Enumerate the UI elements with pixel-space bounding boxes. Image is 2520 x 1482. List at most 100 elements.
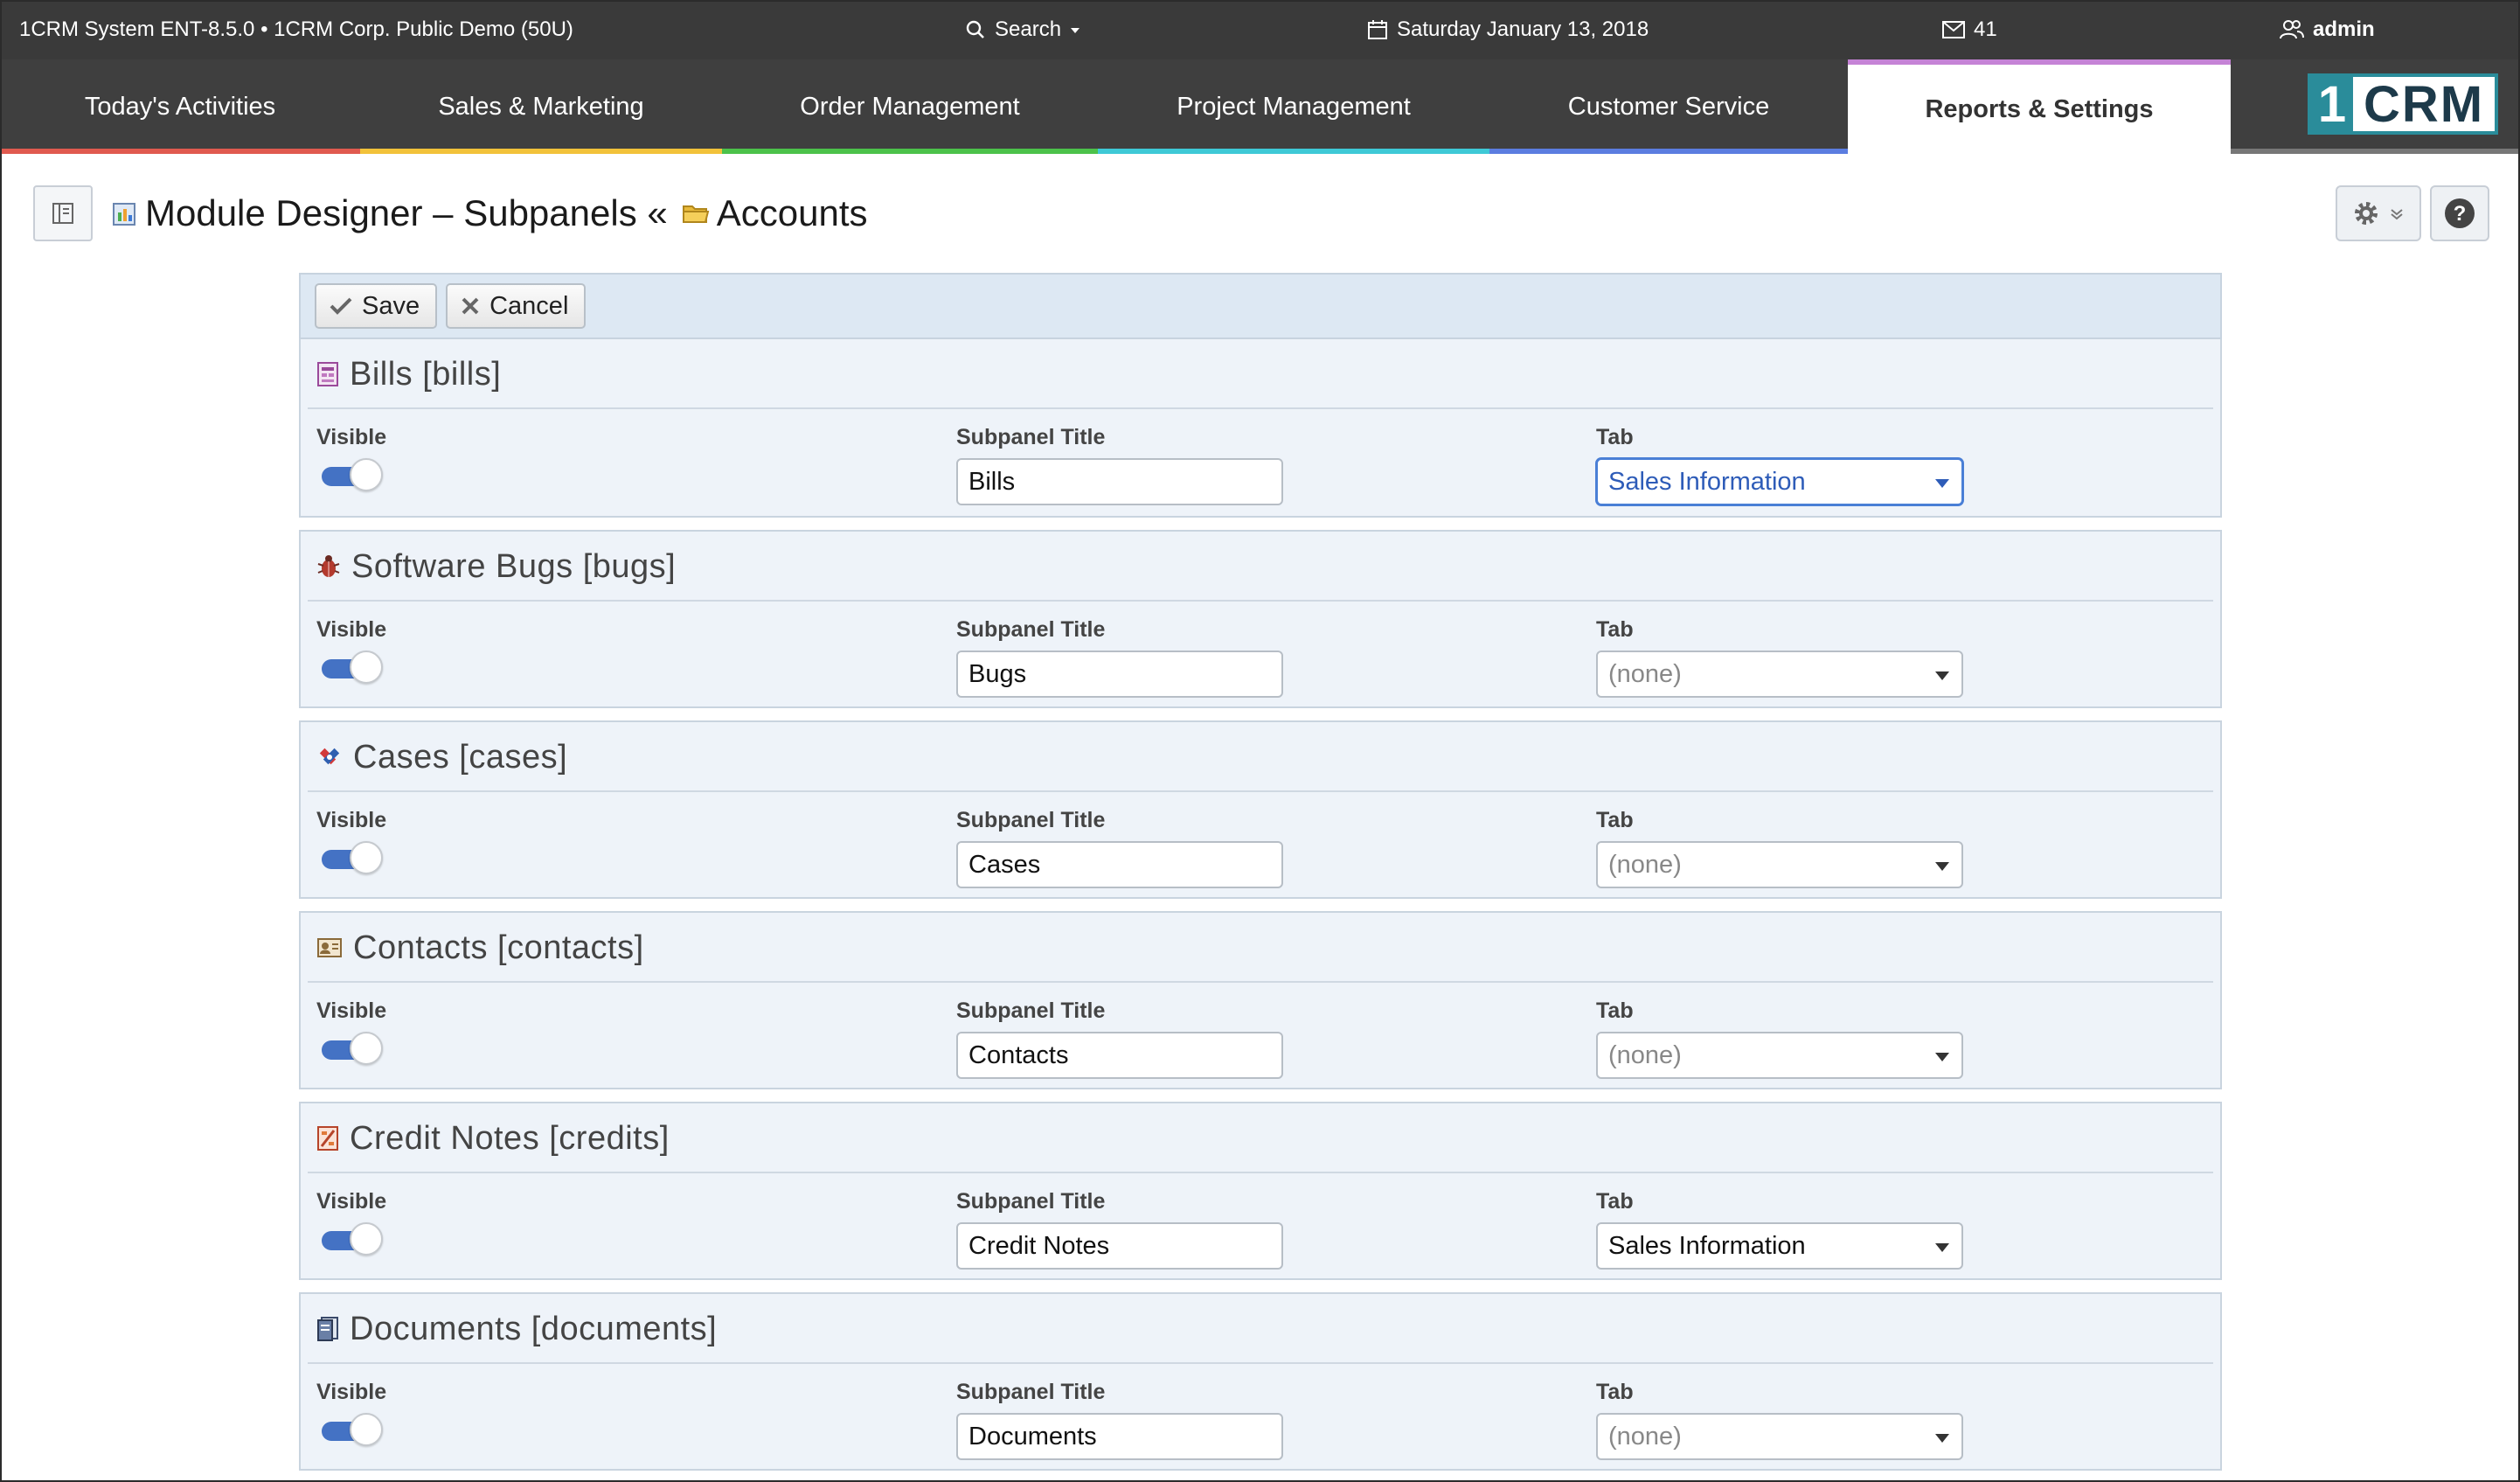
subpanel-title-input[interactable] bbox=[956, 651, 1283, 698]
tab-customer-service[interactable]: Customer Service bbox=[1489, 59, 1848, 154]
nav-underline bbox=[2231, 149, 2520, 154]
subpanel-heading: Software Bugs [bugs] bbox=[301, 532, 2220, 602]
subpanel-contacts: Contacts [contacts] Visible Subpanel Tit… bbox=[299, 911, 2222, 1089]
subpanel-title-label: Subpanel Title bbox=[956, 1380, 1106, 1404]
user-menu[interactable]: admin bbox=[2280, 0, 2375, 59]
subpanel-heading-text: Contacts [contacts] bbox=[353, 929, 644, 966]
tab-select-value: Sales Information bbox=[1608, 467, 1806, 496]
tab-reports-settings[interactable]: Reports & Settings bbox=[1848, 59, 2231, 154]
breadcrumb-module-link[interactable]: Accounts bbox=[717, 192, 868, 234]
date-text: Saturday January 13, 2018 bbox=[1397, 17, 1649, 41]
subpanel-title-input[interactable] bbox=[956, 1222, 1283, 1270]
calendar-icon bbox=[1368, 20, 1387, 39]
system-info: 1CRM System ENT-8.5.0 • 1CRM Corp. Publi… bbox=[19, 0, 573, 59]
visible-toggle[interactable] bbox=[320, 458, 383, 493]
mail-count: 41 bbox=[1974, 17, 1997, 41]
help-icon: ? bbox=[2445, 198, 2475, 228]
visible-label: Visible bbox=[316, 617, 387, 642]
sidebar-icon bbox=[52, 203, 73, 224]
logo-one: 1 bbox=[2311, 76, 2353, 133]
date-display[interactable]: Saturday January 13, 2018 bbox=[1367, 0, 1649, 59]
divider bbox=[308, 1362, 2213, 1364]
tab-select-value: (none) bbox=[1608, 1040, 1682, 1069]
toggle-knob bbox=[350, 1032, 383, 1065]
caret-down-icon bbox=[1935, 862, 1949, 871]
toggle-knob bbox=[350, 1413, 383, 1446]
tab-label: Tab bbox=[1596, 808, 1634, 832]
visible-toggle[interactable] bbox=[320, 1413, 383, 1448]
settings-menu-button[interactable] bbox=[2336, 185, 2421, 241]
subpanel-title-input[interactable] bbox=[956, 458, 1283, 505]
tab-select-value: (none) bbox=[1608, 850, 1682, 879]
divider bbox=[308, 600, 2213, 602]
search-menu[interactable]: Search bbox=[965, 0, 1080, 59]
tab-label: Order Management bbox=[800, 92, 1020, 121]
gear-icon bbox=[2355, 202, 2378, 225]
visible-label: Visible bbox=[316, 1189, 387, 1214]
tab-select[interactable]: (none) bbox=[1596, 1032, 1963, 1079]
subpanel-title-label: Subpanel Title bbox=[956, 1189, 1106, 1214]
tab-label: Sales & Marketing bbox=[438, 92, 644, 121]
subpanel-documents: Documents [documents] Visible Subpanel T… bbox=[299, 1292, 2222, 1471]
tab-project-management[interactable]: Project Management bbox=[1098, 59, 1489, 154]
visible-label: Visible bbox=[316, 998, 387, 1023]
tab-select[interactable]: (none) bbox=[1596, 1413, 1963, 1460]
caret-down-icon bbox=[1935, 1434, 1949, 1443]
tab-sales-marketing[interactable]: Sales & Marketing bbox=[360, 59, 722, 154]
module-designer-icon bbox=[113, 203, 135, 226]
visible-label: Visible bbox=[316, 1380, 387, 1404]
subpanel-heading: Credit Notes [credits] bbox=[301, 1103, 2220, 1173]
tab-select[interactable]: Sales Information bbox=[1596, 458, 1963, 505]
tab-select-value: (none) bbox=[1608, 659, 1682, 688]
subpanel-heading: Documents [documents] bbox=[301, 1294, 2220, 1364]
visible-toggle[interactable] bbox=[320, 651, 383, 685]
subpanel-bills: Bills [bills] Visible Subpanel Title Tab… bbox=[299, 339, 2222, 518]
subpanel-heading-text: Documents [documents] bbox=[350, 1310, 718, 1347]
app-logo[interactable]: 1 CRM bbox=[2308, 73, 2498, 135]
subpanel-title-label: Subpanel Title bbox=[956, 425, 1106, 449]
subpanel-title-input[interactable] bbox=[956, 1032, 1283, 1079]
caret-down-icon bbox=[1935, 1053, 1949, 1061]
tab-label: Tab bbox=[1596, 425, 1634, 449]
search-icon bbox=[966, 20, 984, 38]
documents-icon bbox=[317, 1317, 338, 1341]
subpanel-title-label: Subpanel Title bbox=[956, 617, 1106, 642]
visible-toggle[interactable] bbox=[320, 1222, 383, 1257]
tab-select[interactable]: (none) bbox=[1596, 841, 1963, 888]
help-button[interactable]: ? bbox=[2430, 185, 2489, 241]
tab-todays-activities[interactable]: Today's Activities bbox=[0, 59, 360, 154]
toggle-knob bbox=[350, 1222, 383, 1256]
tab-order-management[interactable]: Order Management bbox=[722, 59, 1098, 154]
tab-select[interactable]: (none) bbox=[1596, 651, 1963, 698]
visible-toggle[interactable] bbox=[320, 841, 383, 876]
tab-label: Today's Activities bbox=[84, 92, 276, 121]
visible-toggle[interactable] bbox=[320, 1032, 383, 1067]
tab-label: Tab bbox=[1596, 998, 1634, 1023]
tab-color-bar bbox=[1098, 149, 1489, 154]
mail-indicator[interactable]: 41 bbox=[1942, 0, 1997, 59]
subpanel-heading-text: Software Bugs [bugs] bbox=[351, 547, 677, 585]
subpanel-title-input[interactable] bbox=[956, 841, 1283, 888]
check-icon bbox=[330, 297, 352, 315]
folder-icon bbox=[682, 205, 710, 223]
tab-select-value: Sales Information bbox=[1608, 1231, 1806, 1260]
subpanel-heading-text: Credit Notes [credits] bbox=[350, 1119, 670, 1157]
tab-label: Customer Service bbox=[1567, 92, 1770, 121]
cancel-label: Cancel bbox=[489, 291, 569, 320]
subpanel-heading-text: Cases [cases] bbox=[353, 738, 568, 776]
subpanel-heading: Contacts [contacts] bbox=[301, 913, 2220, 983]
caret-down-icon bbox=[1935, 479, 1949, 488]
cases-icon bbox=[319, 748, 340, 765]
tab-label: Tab bbox=[1596, 617, 1634, 642]
tab-label: Tab bbox=[1596, 1380, 1634, 1404]
cancel-button[interactable]: Cancel bbox=[446, 283, 587, 329]
main-nav: Today's Activities Sales & Marketing Ord… bbox=[0, 59, 2520, 154]
subpanel-title-input[interactable] bbox=[956, 1413, 1283, 1460]
divider bbox=[308, 790, 2213, 792]
sidebar-toggle-button[interactable] bbox=[33, 185, 93, 241]
caret-down-icon bbox=[1935, 671, 1949, 680]
tab-select[interactable]: Sales Information bbox=[1596, 1222, 1963, 1270]
save-button[interactable]: Save bbox=[315, 283, 438, 329]
caret-down-icon bbox=[1935, 1243, 1949, 1252]
visible-label: Visible bbox=[316, 808, 387, 832]
